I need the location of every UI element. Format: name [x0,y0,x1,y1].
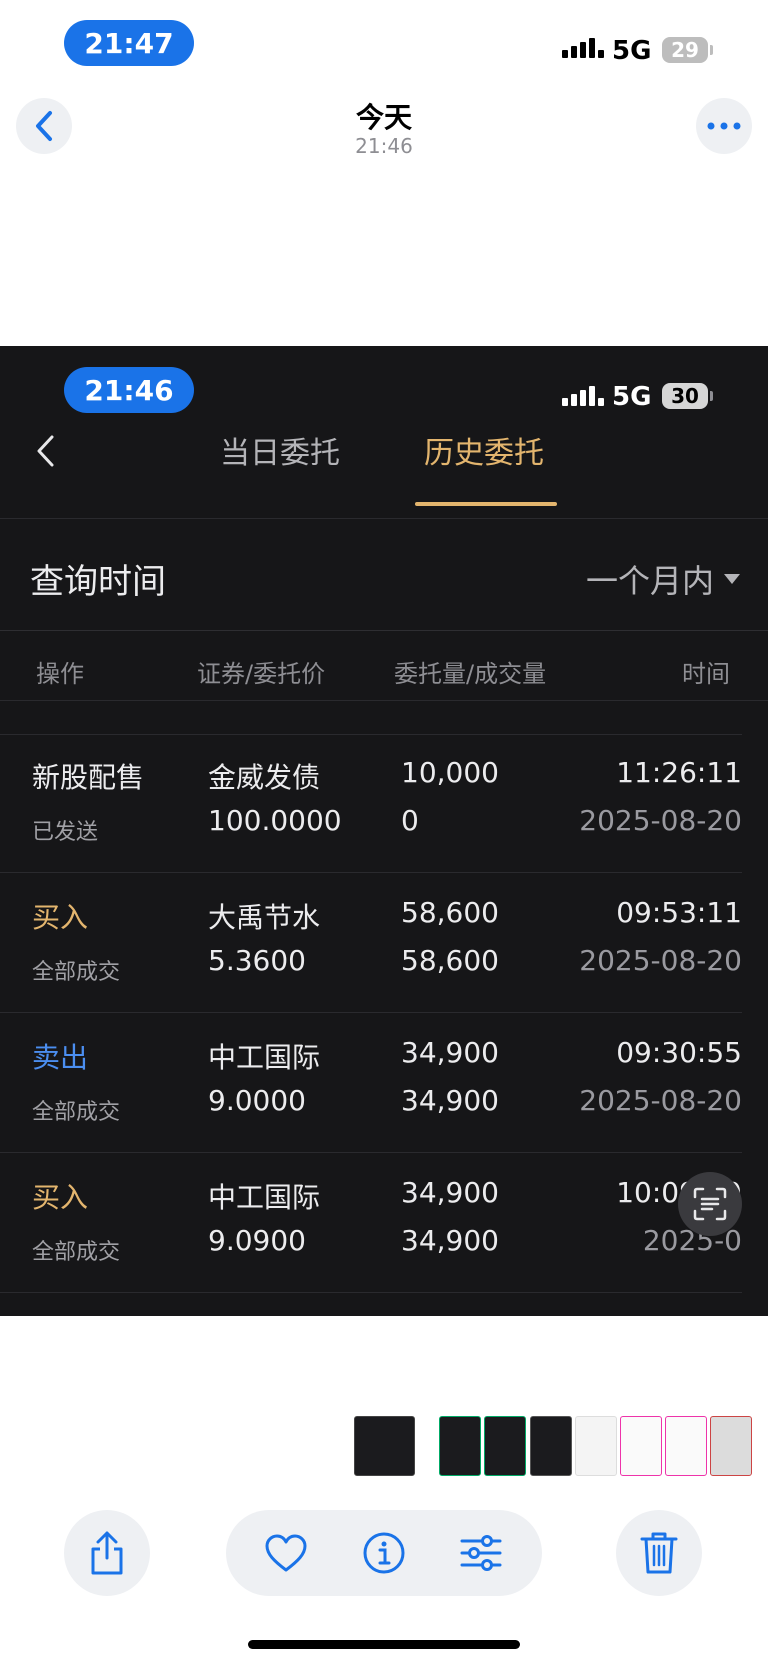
outer-battery-icon: 29 [662,37,708,63]
adjust-icon [460,1535,502,1571]
viewer-title: 今天 [355,101,412,134]
live-text-icon [693,1187,727,1221]
viewer-subtitle: 21:46 [355,134,413,158]
order-price: 5.3600 [208,944,306,977]
order-time: 09:30:55 [616,1036,742,1069]
order-filled: 58,600 [401,944,499,977]
thumbnail[interactable] [530,1416,572,1476]
order-qty: 34,900 [401,1036,499,1069]
order-time: 09:53:11 [616,896,742,929]
row-divider [0,1012,742,1013]
order-qty: 10,000 [401,756,499,789]
col-action: 操作 [36,660,84,688]
thumbnail[interactable] [575,1416,617,1476]
order-time: 11:26:11 [616,756,742,789]
col-security-price: 证券/委托价 [197,660,326,688]
inner-back-icon[interactable] [34,434,56,468]
live-text-button[interactable] [678,1172,742,1236]
more-button[interactable] [696,98,752,154]
share-icon [91,1531,123,1575]
col-time: 时间 [682,660,730,688]
thumbnail[interactable] [665,1416,707,1476]
query-range-select[interactable]: 一个月内 [586,556,740,602]
outer-signal-icon [562,38,604,58]
share-button[interactable] [64,1510,150,1596]
info-icon [363,1532,405,1574]
inner-time-pill: 21:46 [64,367,194,413]
thumbnail[interactable] [354,1416,415,1476]
tab-divider [0,518,768,519]
query-divider [0,630,768,631]
favorite-button[interactable] [261,1528,311,1578]
header-divider [0,700,768,701]
thumbnail[interactable] [439,1416,481,1476]
col-qty-filled: 委托量/成交量 [394,660,547,688]
order-action: 买入 [32,1181,89,1214]
outer-network: 5G [612,36,652,66]
tab-active-indicator [415,502,557,506]
chevron-down-icon [724,574,740,584]
query-range-value: 一个月内 [585,562,714,600]
order-action: 卖出 [32,1041,89,1074]
outer-time: 21:47 [84,26,174,60]
inner-battery-icon: 30 [662,383,708,409]
order-date: 2025-08-20 [579,804,742,837]
inner-time: 21:46 [84,373,174,407]
outer-battery-tip [710,45,713,55]
order-security: 大禹节水 [208,901,321,934]
order-price: 9.0900 [208,1224,306,1257]
tab-history-orders[interactable]: 历史委托 [424,428,544,472]
more-icon [707,122,741,130]
screenshot-image: 21:46 5G 30 当日委托 历史委托 查询时间 一个月内 操作 证券/委托… [0,346,768,1316]
home-indicator [248,1640,520,1649]
inner-battery-level: 30 [671,384,699,408]
order-security: 金威发债 [208,761,321,794]
order-qty: 58,600 [401,896,499,929]
trash-icon [640,1532,678,1574]
order-date: 2025-08-20 [579,944,742,977]
order-status: 全部成交 [32,960,121,985]
inner-signal-icon [562,386,604,406]
order-status: 全部成交 [32,1240,121,1265]
thumbnail[interactable] [484,1416,526,1476]
order-date: 2025-08-20 [579,1084,742,1117]
order-security: 中工国际 [208,1041,321,1074]
order-filled: 34,900 [401,1084,499,1117]
adjust-button[interactable] [456,1528,506,1578]
order-qty: 34,900 [401,1176,499,1209]
inner-network: 5G [612,382,652,412]
thumbnail[interactable] [710,1416,752,1476]
outer-time-pill: 21:47 [64,20,194,66]
inner-battery-tip [710,391,713,401]
list-top-divider [0,734,742,735]
row-divider [0,1292,742,1293]
heart-icon [265,1534,307,1572]
order-action: 买入 [32,901,89,934]
order-status: 已发送 [32,820,99,845]
info-button[interactable] [359,1528,409,1578]
action-group [226,1510,542,1596]
delete-button[interactable] [616,1510,702,1596]
order-status: 全部成交 [32,1100,121,1125]
order-security: 中工国际 [208,1181,321,1214]
order-filled: 34,900 [401,1224,499,1257]
thumbnail[interactable] [620,1416,662,1476]
outer-battery-level: 29 [671,38,699,62]
order-filled: 0 [401,804,419,837]
order-price: 9.0000 [208,1084,306,1117]
row-divider [0,872,742,873]
query-label: 查询时间 [30,562,166,602]
order-price: 100.0000 [208,804,342,837]
order-action: 新股配售 [32,761,145,794]
row-divider [0,1152,742,1153]
tab-today-orders[interactable]: 当日委托 [220,428,340,472]
